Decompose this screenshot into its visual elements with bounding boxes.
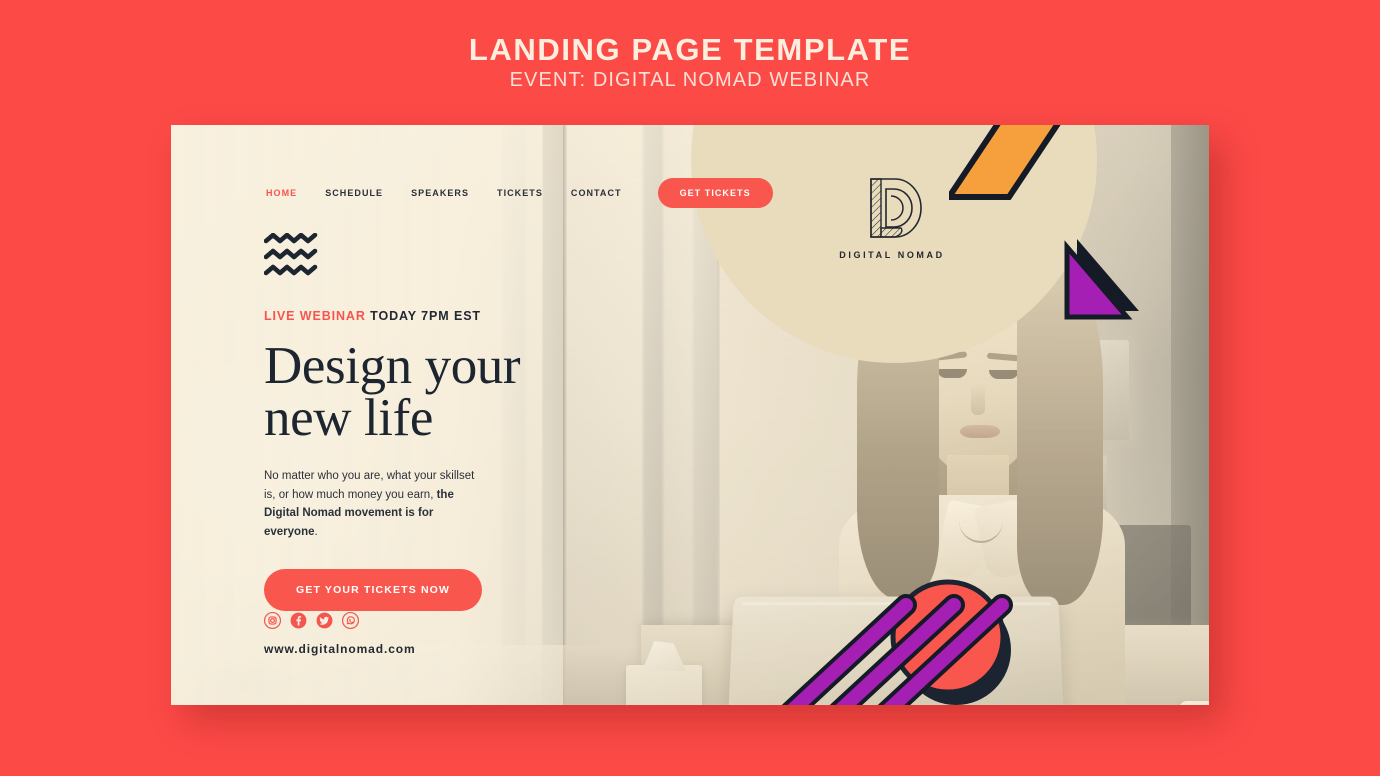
nav-item-schedule[interactable]: SCHEDULE [325,188,383,198]
eyebrow-rest: TODAY 7PM EST [370,309,481,323]
instagram-icon[interactable] [264,612,281,629]
nav-item-speakers[interactable]: SPEAKERS [411,188,469,198]
get-your-tickets-now-button[interactable]: GET YOUR TICKETS NOW [264,569,483,612]
website-url[interactable]: www.digitalnomad.com [264,642,416,656]
hero-footer: www.digitalnomad.com [264,612,416,656]
nav-item-tickets[interactable]: TICKETS [497,188,543,198]
nav-item-contact[interactable]: CONTACT [571,188,622,198]
facebook-icon[interactable] [290,612,307,629]
headline-line-2: new life [264,388,433,447]
twitter-icon[interactable] [316,612,333,629]
get-tickets-button[interactable]: GET TICKETS [657,178,773,208]
event-eyebrow: LIVE WEBINAR TODAY 7PM EST [264,309,544,323]
nav-item-home[interactable]: HOME [266,188,297,198]
page-title: Design your new life [264,340,544,447]
d-monogram-icon [870,178,922,238]
brand-logo: DIGITAL NOMAD [783,175,1001,260]
banner-subtitle: EVENT: DIGITAL NOMAD WEBINAR [509,69,871,92]
hero-paragraph: No matter who you are, what your skillse… [264,467,482,542]
main-navigation: HOME SCHEDULE SPEAKERS TICKETS CONTACT G… [266,178,773,208]
zigzag-lines-icon [263,232,318,276]
hero-content: LIVE WEBINAR TODAY 7PM EST Design your n… [263,232,544,612]
eyebrow-highlight: LIVE WEBINAR [264,309,366,323]
header-banner: LANDING PAGE TEMPLATE EVENT: DIGITAL NOM… [0,0,1380,125]
banner-title: LANDING PAGE TEMPLATE [468,31,912,67]
whatsapp-icon[interactable] [342,612,359,629]
paragraph-part-2: . [314,525,318,538]
social-links [264,612,416,629]
landing-page-mockup: HOME SCHEDULE SPEAKERS TICKETS CONTACT G… [171,125,1209,705]
logo-wordmark: DIGITAL NOMAD [839,250,945,260]
headline-line-1: Design your [264,337,521,395]
